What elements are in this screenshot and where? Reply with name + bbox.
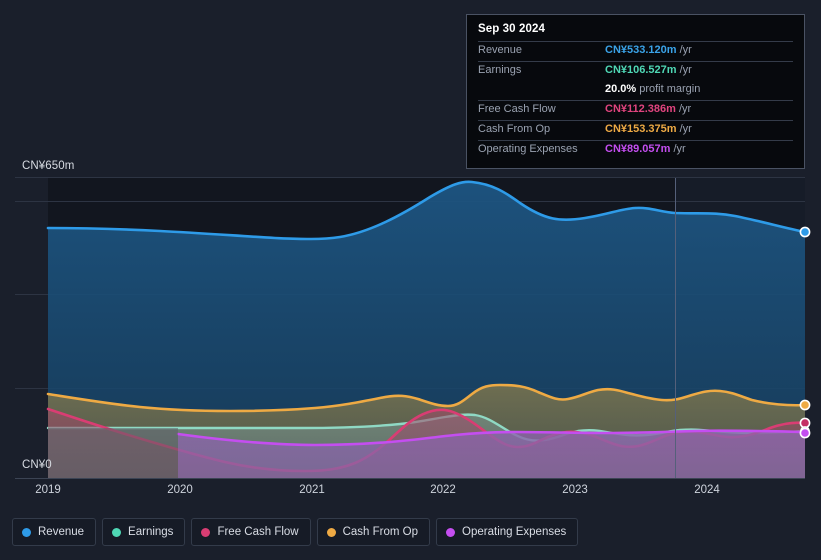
- tooltip-value-earnings: CN¥106.527m: [605, 64, 677, 76]
- x-axis-tick-2023: 2023: [562, 484, 588, 496]
- tooltip-unit-cash-from-op: /yr: [679, 123, 692, 135]
- y-axis-zero-label: CN¥0: [22, 459, 52, 471]
- legend-label-cash-from-op: Cash From Op: [342, 526, 419, 538]
- tooltip-value-cash-from-op: CN¥153.375m: [605, 123, 677, 135]
- tooltip-label-free-cash-flow: Free Cash Flow: [478, 103, 556, 115]
- tooltip-row-earnings: Earnings CN¥106.527m /yr: [478, 61, 793, 81]
- tooltip-row-profit-margin: 20.0% profit margin: [478, 81, 793, 100]
- data-tooltip: Sep 30 2024 Revenue CN¥533.120m /yr Earn…: [466, 14, 805, 169]
- legend-item-revenue[interactable]: Revenue: [12, 518, 97, 546]
- tooltip-date: Sep 30 2024: [478, 23, 545, 35]
- tooltip-label-earnings: Earnings: [478, 64, 522, 76]
- legend-item-operating-expenses[interactable]: Operating Expenses: [436, 518, 579, 546]
- legend-dot-revenue-icon: [22, 527, 31, 537]
- x-axis-tick-2022: 2022: [430, 484, 456, 496]
- legend-item-cash-from-op[interactable]: Cash From Op: [316, 518, 431, 546]
- end-marker-revenue: [799, 226, 811, 238]
- x-axis-tick-2019: 2019: [35, 484, 61, 496]
- tooltip-label-operating-expenses: Operating Expenses: [478, 143, 578, 155]
- tooltip-unit-operating-expenses: /yr: [673, 143, 686, 155]
- legend-dot-cash-from-op-icon: [326, 527, 336, 537]
- tooltip-unit-revenue: /yr: [679, 44, 692, 56]
- chart-legend: Revenue Earnings Free Cash Flow Cash Fro…: [12, 518, 579, 546]
- x-axis-tick-2021: 2021: [299, 484, 325, 496]
- tooltip-row-cash-from-op: Cash From Op CN¥153.375m /yr: [478, 120, 793, 140]
- tooltip-unit-profit-margin: profit margin: [639, 83, 701, 95]
- end-marker-cash-from-op: [799, 399, 811, 411]
- tooltip-unit-earnings: /yr: [679, 64, 692, 76]
- tooltip-unit-free-cash-flow: /yr: [678, 103, 692, 115]
- tooltip-value-revenue: CN¥533.120m: [605, 44, 677, 56]
- legend-item-earnings[interactable]: Earnings: [102, 518, 186, 546]
- tooltip-value-profit-margin: 20.0%: [605, 83, 637, 95]
- legend-label-revenue: Revenue: [38, 526, 85, 538]
- x-axis-tick-2020: 2020: [167, 484, 193, 496]
- tooltip-label-revenue: Revenue: [478, 44, 523, 56]
- legend-label-operating-expenses: Operating Expenses: [462, 526, 567, 538]
- financial-area-chart: CN¥650m CN¥0 2019 2020 2021 2022 2023 20…: [0, 0, 821, 560]
- no-data-region: [48, 428, 178, 478]
- legend-label-free-cash-flow: Free Cash Flow: [217, 526, 299, 538]
- legend-item-free-cash-flow[interactable]: Free Cash Flow: [191, 518, 311, 546]
- tooltip-label-cash-from-op: Cash From Op: [478, 123, 551, 135]
- legend-dot-free-cash-flow-icon: [201, 527, 211, 537]
- legend-dot-operating-expenses-icon: [446, 527, 456, 537]
- tooltip-row-operating-expenses: Operating Expenses CN¥89.057m /yr: [478, 140, 793, 160]
- tooltip-value-operating-expenses: CN¥89.057m: [605, 143, 671, 155]
- x-axis-tick-2024: 2024: [694, 484, 720, 496]
- legend-dot-earnings-icon: [112, 527, 122, 537]
- tooltip-row-revenue: Revenue CN¥533.120m /yr: [478, 41, 793, 61]
- legend-label-earnings: Earnings: [128, 526, 174, 538]
- tooltip-row-free-cash-flow: Free Cash Flow CN¥112.386m /yr: [478, 100, 793, 120]
- y-axis-max-label: CN¥650m: [22, 160, 75, 172]
- end-marker-operating-expenses: [799, 427, 811, 439]
- tooltip-value-free-cash-flow: CN¥112.386m: [605, 103, 676, 115]
